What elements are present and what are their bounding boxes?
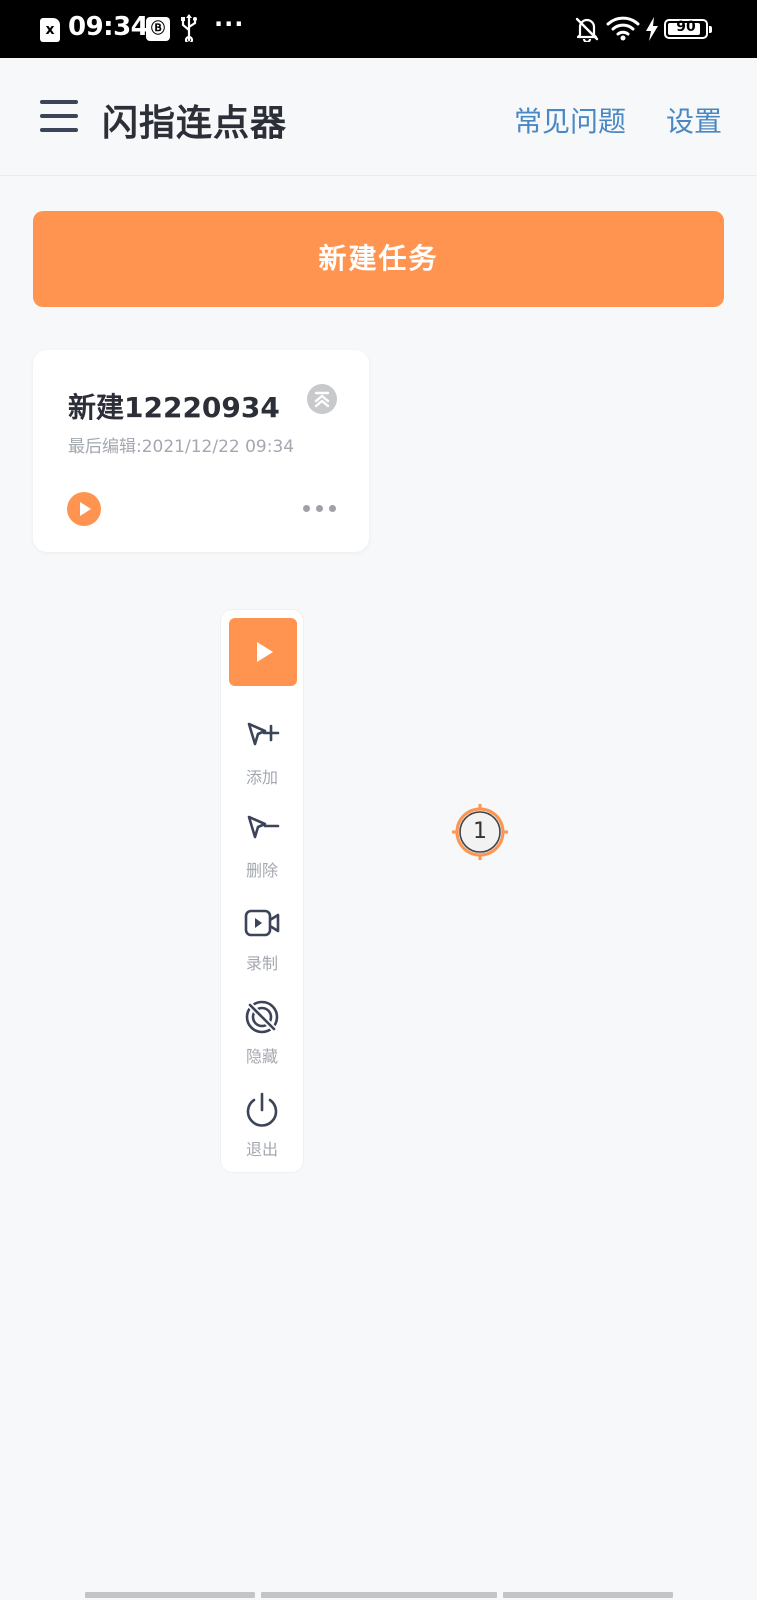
toolbar-exit-label: 退出 xyxy=(245,1140,278,1159)
status-time: 09:34 xyxy=(68,12,149,42)
overflow-icon: ··· xyxy=(214,10,245,38)
toolbar-record-label: 录制 xyxy=(245,954,278,973)
cursor-add-icon xyxy=(247,722,280,746)
play-task-button[interactable] xyxy=(67,492,101,526)
wifi-icon xyxy=(606,16,640,41)
battery-icon: 90 xyxy=(664,19,712,39)
start-clicking-button[interactable] xyxy=(229,618,297,686)
menu-icon[interactable] xyxy=(40,100,78,132)
bell-off-icon xyxy=(575,17,599,42)
power-icon xyxy=(246,1092,278,1127)
hide-icon xyxy=(245,1000,279,1034)
nav-indicator-left xyxy=(85,1592,255,1598)
toolbar-add-label: 添加 xyxy=(245,768,278,787)
play-icon xyxy=(80,502,91,516)
charging-icon xyxy=(646,17,658,41)
toolbar-delete-label: 删除 xyxy=(245,861,278,880)
status-bar: x 09:34 Ⓑ ··· 90 xyxy=(0,0,757,58)
settings-link[interactable]: 设置 xyxy=(666,100,722,140)
floating-toolbar: 添加 删除 录制 隐藏 退出 xyxy=(220,609,304,1173)
task-card[interactable]: 新建12220934 最后编辑:2021/12/22 09:34 xyxy=(33,350,369,552)
record-video-icon xyxy=(244,909,280,937)
cursor-remove-icon xyxy=(247,815,280,839)
new-task-button[interactable]: 新建任务 xyxy=(33,211,724,307)
task-name: 新建12220934 xyxy=(68,391,280,424)
nav-indicator-center xyxy=(261,1592,497,1598)
toolbar-add-button[interactable]: 添加 xyxy=(221,720,303,800)
more-options-icon[interactable] xyxy=(303,498,337,518)
toolbar-exit-button[interactable]: 退出 xyxy=(221,1092,303,1172)
pin-to-top-icon[interactable] xyxy=(307,384,337,414)
nav-indicator-right xyxy=(503,1592,673,1598)
toolbar-record-button[interactable]: 录制 xyxy=(221,906,303,986)
page-title: 闪指连点器 xyxy=(102,103,288,144)
click-point-target[interactable]: 1 xyxy=(452,804,508,860)
toolbar-hide-label: 隐藏 xyxy=(245,1047,278,1066)
click-point-number: 1 xyxy=(473,819,487,844)
sim-card-icon: x xyxy=(40,18,60,42)
battery-level: 90 xyxy=(676,19,696,35)
toolbar-delete-button[interactable]: 删除 xyxy=(221,813,303,893)
faq-link[interactable]: 常见问题 xyxy=(514,100,626,140)
task-last-edit: 最后编辑:2021/12/22 09:34 xyxy=(68,437,295,457)
app-notification-icon: Ⓑ xyxy=(146,17,170,41)
play-icon xyxy=(257,642,273,662)
usb-icon xyxy=(181,14,197,42)
app-bar: 闪指连点器 常见问题 设置 xyxy=(0,58,757,176)
toolbar-hide-button[interactable]: 隐藏 xyxy=(221,999,303,1079)
